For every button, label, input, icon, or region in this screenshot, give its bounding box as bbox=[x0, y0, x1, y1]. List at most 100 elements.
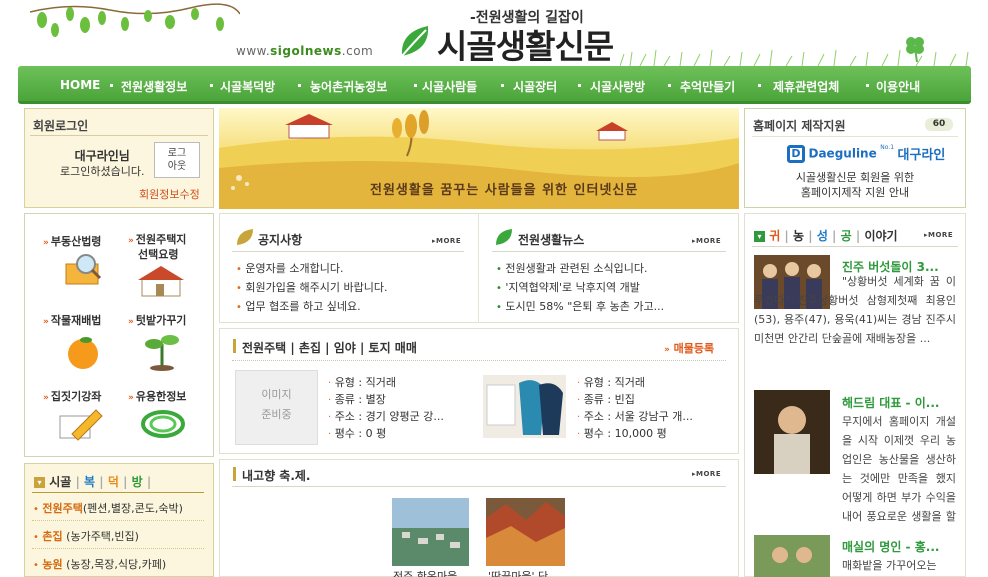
nav-country-lounge[interactable]: 시골사랑방 bbox=[590, 78, 645, 95]
story-headline[interactable]: 해드림 대표 - 이... bbox=[842, 394, 939, 411]
leaf-icon bbox=[237, 229, 253, 245]
section-marker bbox=[233, 467, 236, 481]
small-house-drawing bbox=[596, 122, 628, 141]
vine-leaves-decoration bbox=[30, 3, 240, 37]
news-item[interactable]: • 도시민 58% "은퇴 후 농촌 가고... bbox=[496, 298, 664, 314]
story-photo[interactable] bbox=[754, 535, 830, 577]
site-logo-title[interactable]: 시골생활신문 bbox=[437, 20, 614, 68]
edit-member-info-link[interactable]: 회원정보수정 bbox=[139, 186, 200, 202]
story-summary[interactable]: 무지에서 홈페이지 개설을 시작 이제껏 우리 농업인은 농산물을 생산하는 것… bbox=[754, 412, 956, 528]
leaf-logo-icon bbox=[401, 26, 429, 57]
quick-link-real-estate-law[interactable]: » 부동산법령 bbox=[43, 233, 101, 249]
stories-more-link[interactable]: ▸MORE bbox=[924, 231, 953, 239]
divider bbox=[232, 486, 726, 487]
main-nav: HOME 전원생활정보 시골복덕방 농어촌귀농정보 시골사람들 시골장터 시골사… bbox=[18, 66, 971, 104]
estate-listing-details[interactable]: · 유형 : 직거래 · 종류 : 별장 · 주소 : 경기 양평군 강... … bbox=[328, 375, 444, 443]
leaf-icon bbox=[496, 229, 512, 245]
logout-button[interactable]: 로그 아웃 bbox=[154, 142, 200, 178]
magnifier-book-icon bbox=[65, 254, 102, 285]
nav-country-market[interactable]: 시골장터 bbox=[513, 78, 557, 95]
daeguline-logo-text: Daeguline bbox=[808, 146, 877, 161]
quick-link-label: 유용한정보 bbox=[135, 390, 187, 403]
house-drawing bbox=[285, 114, 333, 139]
quick-link-housing-site[interactable]: » 전원주택지 선택요령 bbox=[128, 233, 186, 262]
quick-link-label-2: 선택요령 bbox=[138, 248, 179, 261]
logout-label-2: 아웃 bbox=[167, 161, 187, 172]
daeguline-logo[interactable]: D Daeguline No.1 대구라인 bbox=[787, 144, 945, 166]
nav-return-farm-info[interactable]: 농어촌귀농정보 bbox=[310, 78, 387, 95]
category-item-rural-house[interactable]: • 촌집 (농가주택,빈집) bbox=[33, 528, 139, 544]
support-line-1: 시골생활신문 회원을 위한 bbox=[795, 171, 915, 184]
sprout-icon bbox=[145, 335, 179, 371]
news-more-link[interactable]: ▸MORE bbox=[692, 237, 721, 245]
category-item-country-house[interactable]: • 전원주택(펜션,별장,콘도,숙박) bbox=[33, 500, 183, 516]
daeguline-logo-no: No.1 bbox=[880, 144, 895, 151]
logout-label-1: 로그 bbox=[167, 148, 187, 159]
story-headline[interactable]: 매실의 명인 - 홍... bbox=[842, 538, 939, 555]
login-user-name: 대구라인님 bbox=[74, 149, 130, 163]
divider bbox=[32, 492, 204, 493]
quick-link-label: 집짓기강좌 bbox=[50, 390, 102, 403]
register-listing-link[interactable]: » 매물등록 bbox=[664, 340, 714, 356]
quick-link-useful-info[interactable]: » 유용한정보 bbox=[128, 388, 186, 404]
notice-item[interactable]: • 업무 협조를 하고 싶네요. bbox=[236, 298, 361, 314]
estate-listing-details[interactable]: · 유형 : 직거래 · 종류 : 빈집 · 주소 : 서울 강남구 개... … bbox=[577, 375, 693, 443]
banner-tagline: 전원생활을 꿈꾸는 사람들을 위한 인터넷신문 bbox=[370, 183, 639, 198]
daeguline-d-icon: D bbox=[787, 144, 805, 163]
story-summary[interactable]: 매화밭을 가꾸어오는 bbox=[842, 556, 958, 575]
clover-icon bbox=[906, 37, 924, 62]
news-item[interactable]: • '지역협약제'로 낙후지역 개발 bbox=[496, 279, 640, 295]
festival-title[interactable]: 내고향 축.제. bbox=[242, 467, 311, 484]
notice-item[interactable]: • 운영자를 소개합니다. bbox=[236, 260, 343, 276]
pencil-icon bbox=[59, 409, 103, 441]
quick-link-vegetable-garden[interactable]: » 텃밭가꾸기 bbox=[128, 312, 186, 328]
nav-partners[interactable]: 제휴관련업체 bbox=[773, 78, 839, 95]
divider bbox=[32, 548, 204, 549]
nav-separator bbox=[298, 84, 301, 87]
quick-link-crop-cultivation[interactable]: » 작물재배법 bbox=[43, 312, 101, 328]
festival-photo[interactable] bbox=[392, 498, 469, 566]
quick-link-label: 텃밭가꾸기 bbox=[135, 314, 187, 327]
stories-title[interactable]: ▾ 귀 | 농 | 성 | 공 | 이야기 bbox=[754, 227, 898, 244]
quick-link-label: 부동산법령 bbox=[50, 235, 102, 248]
notice-more-link[interactable]: ▸MORE bbox=[432, 237, 461, 245]
festival-caption[interactable]: '딴끝마을' 단 bbox=[488, 568, 548, 577]
nav-memories[interactable]: 추억만들기 bbox=[680, 78, 735, 95]
image-placeholder[interactable]: 이미지 준비중 bbox=[235, 370, 318, 445]
quick-link-label: 전원주택지 bbox=[135, 233, 187, 246]
festival-more-link[interactable]: ▸MORE bbox=[692, 470, 721, 478]
divider bbox=[32, 520, 204, 521]
notice-title[interactable]: 공지사항 bbox=[258, 231, 302, 248]
support-description[interactable]: 시골생활신문 회원을 위한 홈페이지제작 지원 안내 bbox=[744, 170, 966, 200]
listing-photo[interactable] bbox=[483, 375, 566, 438]
nav-separator bbox=[110, 84, 113, 87]
nav-country-life-info[interactable]: 전원생활정보 bbox=[121, 78, 187, 95]
section-marker bbox=[233, 339, 236, 353]
estate-title[interactable]: 전원주택 | 촌집 | 임야 | 토지 매매 bbox=[242, 339, 417, 356]
news-title[interactable]: 전원생활뉴스 bbox=[518, 231, 584, 248]
news-item[interactable]: • 전원생활과 관련된 소식입니다. bbox=[496, 260, 647, 276]
nav-separator bbox=[578, 84, 581, 87]
quick-link-house-building[interactable]: » 집짓기강좌 bbox=[43, 388, 101, 404]
category-item-farm[interactable]: • 농원 (농장,목장,식당,카페) bbox=[33, 556, 166, 572]
nav-country-people[interactable]: 시골사람들 bbox=[422, 78, 477, 95]
nav-real-estate[interactable]: 시골복덕방 bbox=[220, 78, 275, 95]
divider bbox=[30, 135, 208, 136]
festival-photo[interactable] bbox=[486, 498, 565, 566]
header: www.sigolnews.com -전원생활의 길잡이 시골생활신문 bbox=[0, 0, 988, 66]
site-url[interactable]: www.sigolnews.com bbox=[236, 44, 373, 58]
login-status: 대구라인님 로그인하셨습니다. bbox=[60, 149, 144, 179]
nav-separator bbox=[866, 84, 869, 87]
chevron-down-icon: ▾ bbox=[34, 477, 45, 488]
chevron-down-icon: ▾ bbox=[754, 231, 765, 242]
story-summary[interactable]: "상황버섯 세계화 꿈 이루겠다" 진주상황버섯 삼형제첫째 최용인(53), … bbox=[754, 272, 956, 372]
house-icon bbox=[138, 266, 184, 297]
festival-caption[interactable]: 전주 한옥마을 bbox=[393, 568, 457, 577]
notice-item[interactable]: • 회원가입을 해주시기 바랍니다. bbox=[236, 279, 387, 295]
divider bbox=[478, 213, 479, 323]
nav-guide[interactable]: 이용안내 bbox=[876, 78, 920, 95]
nav-separator bbox=[758, 84, 761, 87]
nav-separator bbox=[414, 84, 417, 87]
divider bbox=[492, 251, 726, 252]
nav-home[interactable]: HOME bbox=[60, 78, 100, 92]
